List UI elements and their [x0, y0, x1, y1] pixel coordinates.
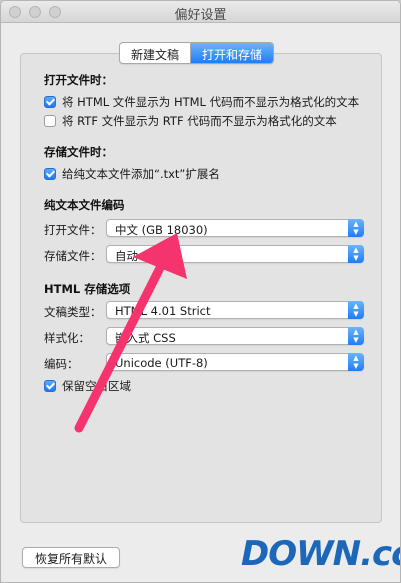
styling-popup[interactable]: 嵌入式 CSS ▲ ▼ [106, 327, 364, 345]
open-encoding-popup[interactable]: 中文 (GB 18030) ▲ ▼ [106, 219, 364, 237]
open-encoding-label: 打开文件： [44, 223, 102, 237]
tab-bar: 新建文稿 打开和存储 [119, 42, 275, 64]
html-encoding-label: 编码： [44, 357, 79, 371]
option-label: 给纯文本文件添加“.txt”扩展名 [62, 167, 220, 181]
option-label: 将 RTF 文件显示为 RTF 代码而不显示为格式化的文本 [62, 114, 337, 128]
option-add-txt-extension[interactable]: 给纯文本文件添加“.txt”扩展名 [44, 166, 220, 182]
tab-open-and-save[interactable]: 打开和存储 [190, 43, 274, 63]
checkbox-show-html-code[interactable] [44, 96, 56, 108]
option-label: 将 HTML 文件显示为 HTML 代码而不显示为格式化的文本 [62, 95, 360, 109]
section-title-html: HTML 存储选项 [44, 282, 131, 296]
option-show-html-code[interactable]: 将 HTML 文件显示为 HTML 代码而不显示为格式化的文本 [44, 94, 359, 110]
doctype-popup[interactable]: HTML 4.01 Strict ▲ ▼ [106, 301, 364, 319]
option-preserve-whitespace[interactable]: 保留空白区域 [44, 378, 131, 394]
doctype-label: 文稿类型： [44, 305, 102, 319]
save-encoding-popup[interactable]: 自动 ▲ ▼ [106, 245, 364, 263]
chevron-up-down-icon: ▲ ▼ [348, 327, 364, 345]
checkbox-show-rtf-code[interactable] [44, 115, 56, 127]
watermark-logo: DOWN.cc [241, 534, 401, 574]
option-show-rtf-code[interactable]: 将 RTF 文件显示为 RTF 代码而不显示为格式化的文本 [44, 113, 337, 129]
window-title: 偏好设置 [174, 8, 227, 23]
title-bar: 偏好设置 [1, 1, 400, 23]
option-label: 保留空白区域 [62, 379, 131, 393]
preferences-window: 偏好设置 新建文稿 打开和存储 打开文件时： 将 HTML 文件显示为 HTML… [0, 0, 401, 583]
section-title-save: 存储文件时： [44, 145, 113, 159]
checkbox-add-txt-extension[interactable] [44, 168, 56, 180]
section-title-open: 打开文件时： [44, 73, 113, 87]
popup-value: 嵌入式 CSS [115, 331, 176, 345]
chevron-up-down-icon: ▲ ▼ [348, 219, 364, 237]
popup-value: Unicode (UTF-8) [115, 356, 208, 370]
popup-value: HTML 4.01 Strict [115, 304, 211, 318]
chevron-up-down-icon: ▲ ▼ [348, 301, 364, 319]
save-encoding-label: 存储文件： [44, 249, 102, 263]
styling-label: 样式化： [44, 331, 90, 345]
chevron-up-down-icon: ▲ ▼ [348, 245, 364, 263]
popup-value: 中文 (GB 18030) [115, 223, 208, 237]
chevron-up-down-icon: ▲ ▼ [348, 353, 364, 371]
restore-defaults-button[interactable]: 恢复所有默认 [22, 547, 121, 568]
tab-new-document[interactable]: 新建文稿 [120, 43, 190, 63]
section-title-encoding: 纯文本文件编码 [44, 198, 125, 212]
html-encoding-popup[interactable]: Unicode (UTF-8) ▲ ▼ [106, 353, 364, 371]
popup-value: 自动 [115, 249, 138, 263]
checkbox-preserve-whitespace[interactable] [44, 380, 56, 392]
